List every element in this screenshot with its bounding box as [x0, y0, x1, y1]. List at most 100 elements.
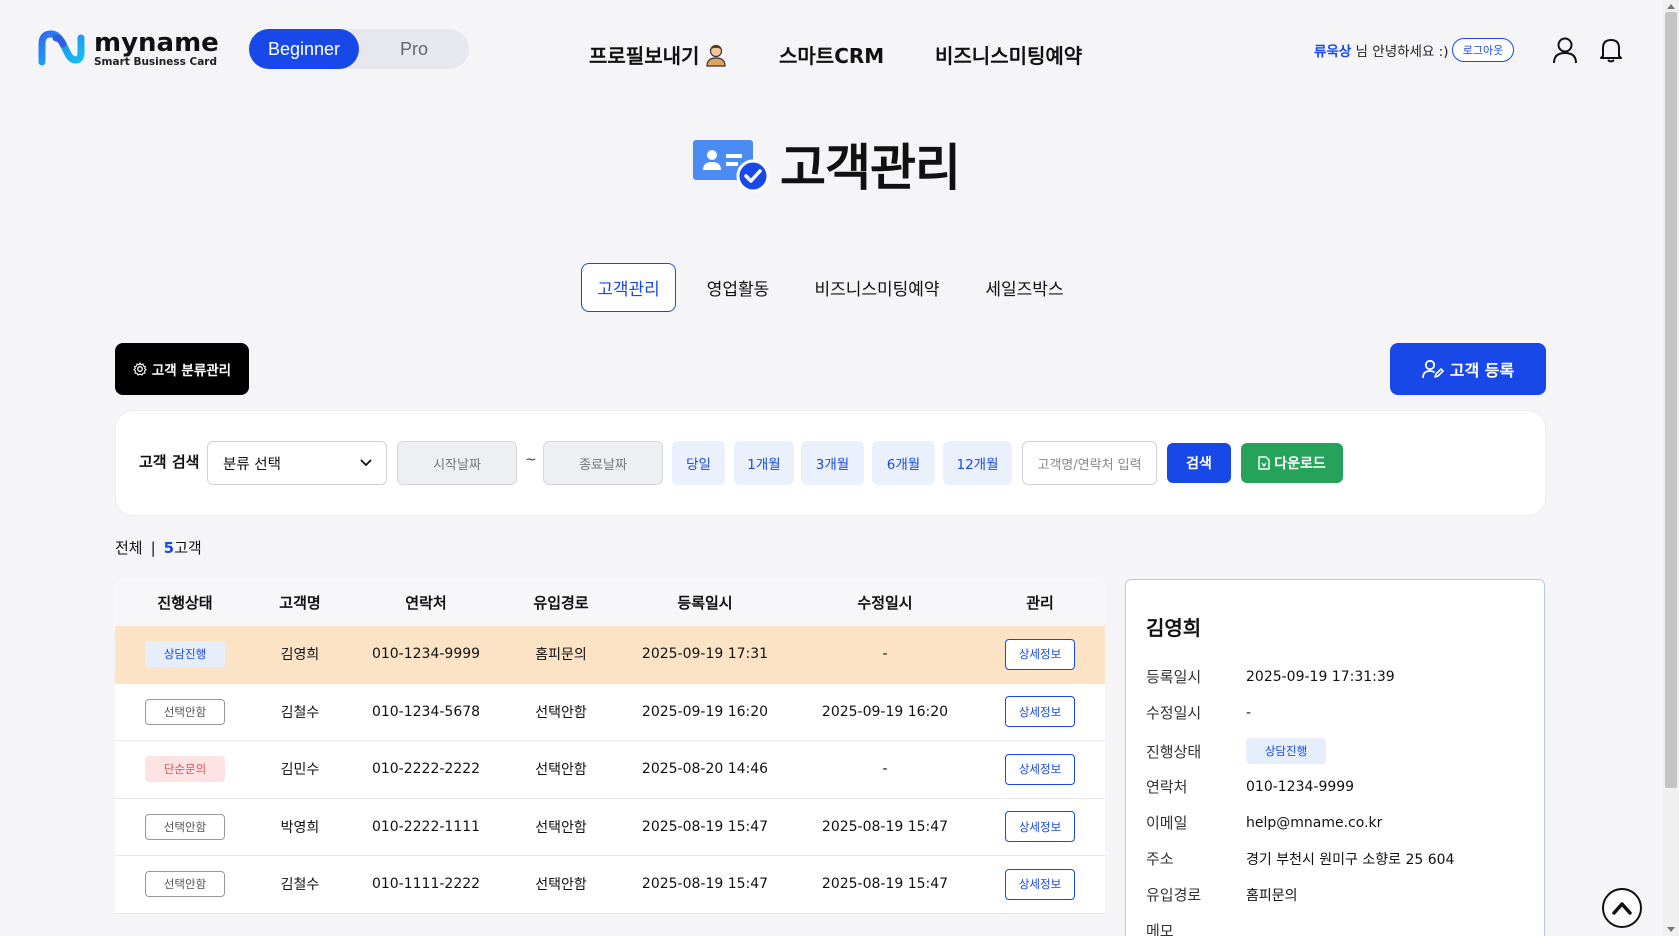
detail-row-created: 등록일시 2025-09-19 17:31:39	[1146, 666, 1395, 687]
detail-label: 진행상태	[1146, 742, 1202, 761]
detail-row-status: 진행상태 상담진행	[1146, 738, 1326, 764]
logo-subtitle: Smart Business Card	[94, 56, 218, 69]
scroll-top-button[interactable]	[1602, 888, 1642, 928]
detail-button[interactable]: 상세정보	[1005, 811, 1075, 843]
period-today-button[interactable]: 당일	[672, 441, 725, 485]
status-badge: 선택안함	[145, 698, 225, 725]
bell-icon[interactable]	[1598, 36, 1624, 64]
customer-name: 김영희	[280, 647, 320, 664]
column-header: 진행상태	[157, 593, 213, 612]
period-6month-button[interactable]: 6개월	[872, 441, 935, 485]
customer-phone: 010-1234-9999	[371, 646, 481, 663]
table-header: 진행상태 고객명 연락처 유입경로 등록일시 수정일시 관리	[115, 578, 1105, 626]
detail-row-address: 주소 경기 부천시 원미구 소향로 25 604	[1146, 848, 1454, 869]
nav-profile-send[interactable]: 프로필보내기	[589, 40, 727, 69]
period-3month-button[interactable]: 3개월	[801, 441, 864, 485]
customer-card-icon	[693, 140, 769, 193]
detail-value: 010-1234-9999	[1246, 778, 1355, 795]
summary-all-label: 전체	[115, 539, 143, 557]
user-greeting: 류욱상 님 안녕하세요 :)	[1314, 40, 1448, 60]
end-date-input[interactable]: 종료날짜	[543, 441, 663, 485]
table-row[interactable]: 선택안함 김철수 010-1111-2222 선택안함 2025-08-19 1…	[115, 856, 1105, 914]
detail-customer-name: 김영희	[1146, 616, 1202, 640]
customer-name: 김철수	[280, 877, 320, 894]
category-manage-button[interactable]: 고객 분류관리	[115, 343, 249, 395]
result-summary: 전체 | 5고객	[115, 537, 202, 558]
status-badge: 단순문의	[145, 756, 225, 783]
modified-at: 2025-09-19 16:20	[821, 703, 949, 720]
mode-beginner-button[interactable]: Beginner	[249, 29, 359, 69]
gear-icon	[133, 362, 147, 376]
customer-source: 선택안함	[535, 877, 587, 894]
customer-phone: 010-2222-1111	[371, 818, 481, 835]
scroll-up-arrow-icon[interactable]	[1666, 2, 1676, 10]
download-button[interactable]: 다운로드	[1241, 443, 1343, 483]
logo-text: myname	[94, 28, 219, 59]
customer-name: 박영희	[280, 819, 320, 836]
category-manage-label: 고객 분류관리	[151, 363, 232, 379]
chevron-up-icon	[1612, 902, 1632, 915]
detail-label: 주소	[1146, 850, 1174, 868]
period-12month-button[interactable]: 12개월	[943, 441, 1012, 485]
detail-row-phone: 연락처 010-1234-9999	[1146, 776, 1354, 797]
detail-label: 유입경로	[1146, 886, 1202, 904]
detail-button[interactable]: 상세정보	[1005, 638, 1075, 670]
created-at: 2025-08-19 15:47	[641, 876, 769, 893]
tab-sales-box[interactable]: 세일즈박스	[982, 263, 1067, 312]
detail-button[interactable]: 상세정보	[1005, 696, 1075, 728]
created-at: 2025-08-20 14:46	[641, 761, 769, 778]
mode-pro-button[interactable]: Pro	[359, 29, 469, 69]
start-date-input[interactable]: 시작날짜	[397, 441, 517, 485]
tab-customer-management[interactable]: 고객관리	[581, 263, 676, 312]
user-name: 류욱상	[1314, 44, 1352, 60]
status-badge: 상담진행	[145, 641, 225, 668]
modified-at: 2025-08-19 15:47	[821, 818, 949, 835]
detail-value: -	[1246, 704, 1252, 721]
tab-business-meeting[interactable]: 비즈니스미팅예약	[812, 263, 942, 312]
category-select[interactable]: 분류 선택	[207, 441, 387, 485]
modified-at: 2025-08-19 15:47	[821, 876, 949, 893]
table-row[interactable]: 단순문의 김민수 010-2222-2222 선택안함 2025-08-20 1…	[115, 741, 1105, 799]
customer-source: 선택안함	[535, 819, 587, 836]
column-header: 수정일시	[857, 593, 913, 612]
created-at: 2025-09-19 16:20	[641, 703, 769, 720]
detail-row-source: 유입경로 홈피문의	[1146, 884, 1298, 905]
created-at: 2025-08-19 15:47	[641, 818, 769, 835]
tab-sales-activity[interactable]: 영업활동	[696, 263, 780, 312]
detail-label: 연락처	[1146, 778, 1188, 796]
person-avatar-icon	[706, 44, 727, 67]
table-row[interactable]: 선택안함 박영희 010-2222-1111 선택안함 2025-08-19 1…	[115, 798, 1105, 856]
file-icon	[1258, 456, 1270, 470]
detail-label: 메모	[1146, 922, 1174, 936]
detail-label: 등록일시	[1146, 668, 1202, 686]
greeting-text: 님 안녕하세요 :)	[1351, 44, 1449, 60]
page-title: 고객관리	[780, 139, 961, 197]
keyword-input[interactable]: 고객명/연락처 입력	[1022, 441, 1157, 485]
logo[interactable]: myname Smart Business Card	[38, 30, 219, 68]
scroll-down-arrow-icon[interactable]	[1666, 926, 1676, 934]
detail-value: help@mname.co.kr	[1246, 814, 1383, 831]
created-at: 2025-09-19 17:31	[641, 646, 769, 663]
scrollbar-thumb[interactable]	[1665, 12, 1677, 788]
search-button[interactable]: 검색	[1167, 443, 1231, 483]
table-row[interactable]: 선택안함 김철수 010-1234-5678 선택안함 2025-09-19 1…	[115, 683, 1105, 741]
detail-row-email: 이메일 help@mname.co.kr	[1146, 812, 1382, 833]
column-header: 고객명	[279, 593, 321, 612]
column-header: 등록일시	[677, 593, 733, 612]
user-icon[interactable]	[1552, 36, 1578, 64]
column-header: 관리	[1026, 593, 1054, 612]
period-1month-button[interactable]: 1개월	[734, 441, 794, 485]
register-customer-button[interactable]: 고객 등록	[1390, 343, 1546, 395]
detail-value: 경기 부천시 원미구 소향로 25 604	[1246, 851, 1455, 868]
logout-button[interactable]: 로그아웃	[1452, 38, 1514, 62]
nav-smart-crm[interactable]: 스마트CRM	[779, 40, 884, 69]
detail-button[interactable]: 상세정보	[1005, 753, 1075, 785]
customer-phone: 010-1111-2222	[371, 876, 481, 893]
detail-label: 수정일시	[1146, 704, 1202, 722]
download-label: 다운로드	[1274, 456, 1326, 472]
chevron-down-icon	[360, 459, 372, 467]
nav-business-meeting[interactable]: 비즈니스미팅예약	[935, 40, 1082, 69]
column-header: 연락처	[405, 593, 447, 612]
detail-button[interactable]: 상세정보	[1005, 868, 1075, 900]
table-row[interactable]: 상담진행 김영희 010-1234-9999 홈피문의 2025-09-19 1…	[115, 626, 1105, 684]
